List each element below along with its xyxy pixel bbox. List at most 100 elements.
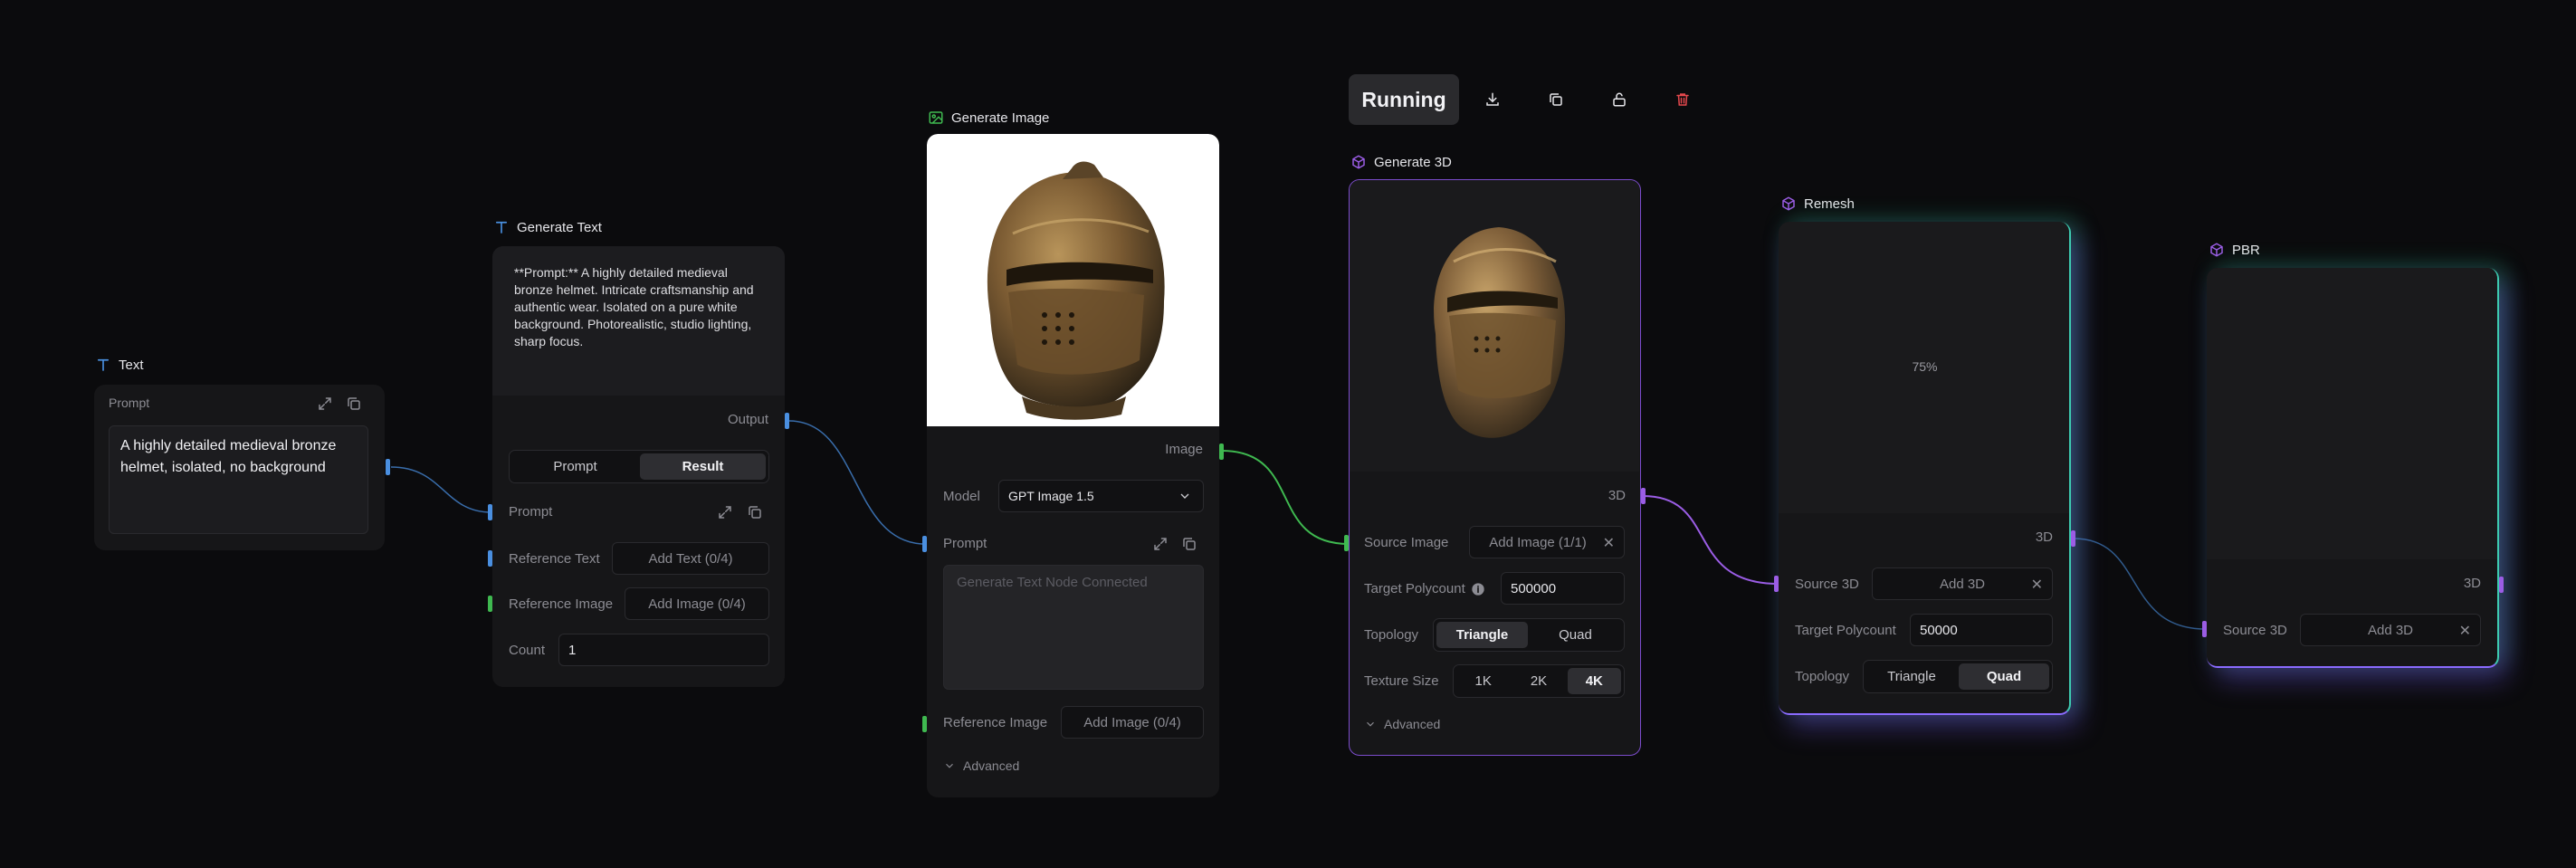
add-3d-button[interactable]: Add 3D — [1940, 577, 1985, 592]
target-polycount-input[interactable]: 500000 — [1501, 572, 1625, 605]
trash-icon[interactable] — [1673, 90, 1693, 110]
close-icon[interactable]: ✕ — [1603, 534, 1615, 552]
remesh-node-title[interactable]: Remesh — [1780, 196, 1855, 212]
helmet-image-icon — [987, 161, 1165, 420]
source-image-label: Source Image — [1364, 535, 1449, 550]
generate-text-reference-text-port[interactable] — [488, 550, 492, 567]
generate-text-node[interactable]: **Prompt:** A highly detailed medieval b… — [492, 246, 785, 687]
generate-image-prompt-port[interactable] — [922, 536, 927, 552]
pbr-output-port[interactable] — [2499, 577, 2504, 593]
chevron-down-icon — [1367, 721, 1374, 727]
remesh-output-port[interactable] — [2071, 530, 2075, 547]
expand-icon[interactable] — [315, 394, 335, 414]
texture-1k-option[interactable]: 1K — [1456, 668, 1510, 694]
texture-4k-option[interactable]: 4K — [1567, 668, 1621, 694]
copy-icon[interactable] — [344, 394, 364, 414]
prompt-label: Prompt — [509, 504, 553, 520]
add-3d-button[interactable]: Add 3D — [2368, 623, 2413, 638]
model-select[interactable]: GPT Image 1.5 — [998, 480, 1204, 512]
generate-image-reference-port[interactable] — [922, 716, 927, 732]
pbr-source-3d-port[interactable] — [2202, 621, 2207, 637]
generate-3d-source-image-port[interactable] — [1344, 535, 1349, 551]
copy-icon[interactable] — [1179, 534, 1199, 554]
pbr-node[interactable]: 3D Source 3D Add 3D ✕ — [2207, 268, 2499, 668]
node-toolbar: Running — [1349, 74, 1702, 125]
prompt-label: Prompt — [943, 536, 987, 551]
pbr-preview-area — [2207, 268, 2497, 559]
count-label: Count — [509, 643, 546, 658]
text-icon — [495, 221, 508, 234]
texture-size-label: Texture Size — [1364, 673, 1439, 689]
topology-segmented: Triangle Quad — [1863, 660, 2053, 693]
source-3d-label: Source 3D — [2223, 623, 2287, 638]
generate-text-output-port[interactable] — [785, 413, 789, 429]
download-icon[interactable] — [1483, 90, 1503, 110]
3d-output-label: 3D — [2463, 576, 2481, 591]
wire-remesh-to-pbr — [2073, 538, 2207, 630]
copy-icon[interactable] — [745, 502, 765, 522]
target-polycount-input[interactable]: 50000 — [1910, 614, 2053, 646]
topology-triangle-option[interactable]: Triangle — [1866, 663, 1957, 690]
advanced-toggle[interactable]: Advanced — [1364, 717, 1440, 731]
image-icon — [929, 111, 943, 124]
remesh-source-3d-port[interactable] — [1774, 576, 1779, 592]
chevron-down-icon — [1180, 493, 1189, 499]
source-image-field[interactable]: Add Image (1/1) ✕ — [1469, 526, 1625, 558]
wire-generate-image-to-generate-3d — [1221, 450, 1350, 545]
topology-label: Topology — [1795, 669, 1850, 684]
source-3d-field[interactable]: Add 3D ✕ — [1872, 568, 2053, 600]
generate-image-node[interactable]: Image Model GPT Image 1.5 Prompt Generat… — [927, 134, 1219, 797]
3d-output-label: 3D — [1608, 488, 1626, 503]
add-text-button[interactable]: Add Text (0/4) — [612, 542, 769, 575]
add-image-button[interactable]: Add Image (0/4) — [1061, 706, 1204, 739]
pbr-node-title[interactable]: PBR — [2209, 242, 2260, 258]
prompt-textarea[interactable]: A highly detailed medieval bronze helmet… — [109, 425, 368, 534]
topology-quad-option[interactable]: Quad — [1959, 663, 2049, 690]
topology-quad-option[interactable]: Quad — [1530, 622, 1621, 648]
running-button[interactable]: Running — [1349, 74, 1459, 125]
copy-icon[interactable] — [1546, 90, 1566, 110]
generate-text-node-title[interactable]: Generate Text — [493, 219, 602, 235]
remesh-node[interactable]: 75% 3D Source 3D Add 3D ✕ Target Polycou… — [1779, 222, 2071, 715]
generate-text-reference-image-port[interactable] — [488, 596, 492, 612]
text-node-title[interactable]: Text — [95, 357, 144, 373]
target-polycount-label: Target Polycount — [1795, 623, 1896, 638]
topology-triangle-option[interactable]: Triangle — [1436, 622, 1528, 648]
close-icon[interactable]: ✕ — [2459, 622, 2471, 640]
tab-prompt[interactable]: Prompt — [512, 453, 638, 480]
cube-icon — [1352, 155, 1365, 169]
expand-icon[interactable] — [1150, 534, 1170, 554]
prompt-label: Prompt — [109, 396, 150, 410]
add-image-button[interactable]: Add Image (1/1) — [1489, 535, 1587, 550]
generate-image-node-title[interactable]: Generate Image — [928, 110, 1049, 126]
tab-result[interactable]: Result — [640, 453, 766, 480]
generate-text-prompt-port[interactable] — [488, 504, 492, 520]
target-polycount-label: Target Polycount — [1364, 581, 1485, 596]
generate-3d-node-title[interactable]: Generate 3D — [1350, 154, 1452, 170]
close-icon[interactable]: ✕ — [2031, 576, 2043, 594]
generate-3d-output-port[interactable] — [1641, 488, 1646, 504]
model-value: GPT Image 1.5 — [1008, 489, 1094, 503]
cube-icon — [1782, 196, 1795, 211]
add-image-button[interactable]: Add Image (0/4) — [625, 587, 769, 620]
info-icon[interactable] — [1471, 582, 1485, 596]
unlock-icon[interactable] — [1609, 90, 1629, 110]
advanced-toggle[interactable]: Advanced — [943, 758, 1019, 773]
generated-image[interactable] — [927, 134, 1219, 426]
count-input[interactable]: 1 — [558, 634, 769, 666]
wire-generate-text-to-generate-image — [788, 420, 926, 545]
texture-2k-option[interactable]: 2K — [1512, 668, 1565, 694]
text-node[interactable]: Prompt A highly detailed medieval bronze… — [94, 385, 385, 550]
generate-image-output-port[interactable] — [1219, 444, 1224, 460]
text-output-port[interactable] — [386, 459, 390, 475]
reference-image-label: Reference Image — [943, 715, 1048, 730]
prompt-result-tabs: Prompt Result — [509, 450, 769, 483]
prompt-textarea[interactable]: Generate Text Node Connected — [943, 565, 1204, 690]
reference-image-label: Reference Image — [509, 596, 614, 612]
expand-icon[interactable] — [715, 502, 735, 522]
topology-segmented: Triangle Quad — [1433, 618, 1625, 652]
source-3d-field[interactable]: Add 3D ✕ — [2300, 614, 2481, 646]
model-preview[interactable] — [1350, 180, 1639, 472]
generate-3d-node[interactable]: 3D Source Image Add Image (1/1) ✕ Target… — [1349, 179, 1641, 756]
image-output-label: Image — [1165, 442, 1203, 457]
